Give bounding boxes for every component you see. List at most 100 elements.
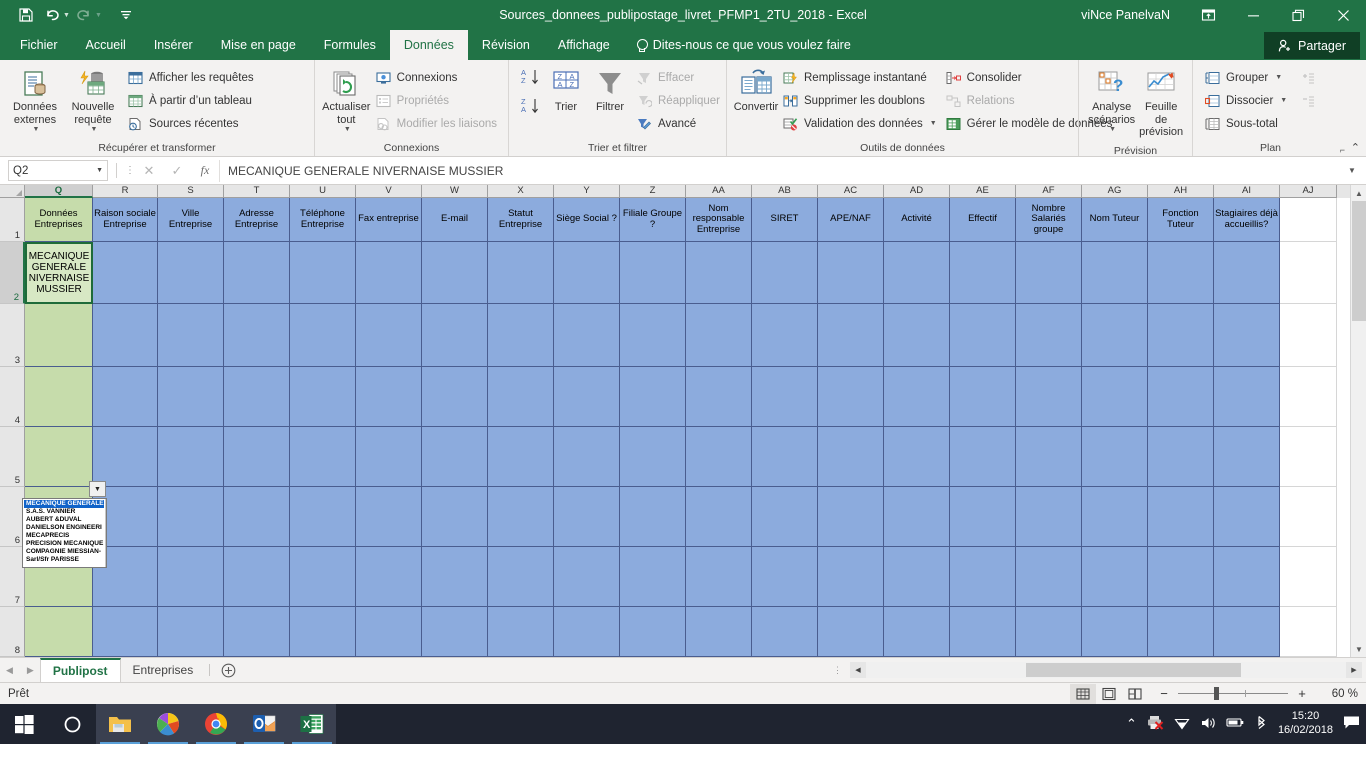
- tab-revision[interactable]: Révision: [468, 30, 544, 60]
- cell-X2[interactable]: [488, 242, 554, 304]
- refresh-all-button[interactable]: Actualiser tout ▼: [322, 65, 371, 136]
- cell-W8[interactable]: [422, 607, 488, 657]
- cell-Z7[interactable]: [620, 547, 686, 607]
- cell-AG5[interactable]: [1082, 427, 1148, 487]
- cell-Z6[interactable]: [620, 487, 686, 547]
- cell-AD5[interactable]: [884, 427, 950, 487]
- cell-U6[interactable]: [290, 487, 356, 547]
- cell-AH8[interactable]: [1148, 607, 1214, 657]
- sheet-tab-publipost[interactable]: Publipost: [39, 658, 121, 682]
- connections-button[interactable]: Connexions: [371, 66, 501, 89]
- row-header-3[interactable]: 3: [0, 304, 25, 367]
- cell-AI1[interactable]: Stagiaires déjà accueillis?: [1214, 198, 1280, 242]
- cell-AA5[interactable]: [686, 427, 752, 487]
- row-header-1[interactable]: 1: [0, 198, 25, 242]
- cell-Z5[interactable]: [620, 427, 686, 487]
- cell-W1[interactable]: E-mail: [422, 198, 488, 242]
- scrollbar-grip[interactable]: ⋮: [833, 665, 842, 676]
- cell-AI2[interactable]: [1214, 242, 1280, 304]
- cell-AG6[interactable]: [1082, 487, 1148, 547]
- cell-V1[interactable]: Fax entreprise: [356, 198, 422, 242]
- zoom-slider[interactable]: [1178, 687, 1288, 700]
- show-queries-button[interactable]: Afficher les requêtes: [123, 66, 258, 89]
- text-to-columns-button[interactable]: Convertir: [734, 65, 778, 116]
- cell-W3[interactable]: [422, 304, 488, 367]
- zoom-slider-thumb[interactable]: [1214, 687, 1219, 700]
- cell-Z1[interactable]: Filiale Groupe ?: [620, 198, 686, 242]
- scroll-up-icon[interactable]: ▲: [106, 499, 107, 510]
- forecast-sheet-button[interactable]: Feuille de prévision: [1137, 65, 1185, 141]
- cell-AD2[interactable]: [884, 242, 950, 304]
- cell-AJ1[interactable]: [1280, 198, 1337, 242]
- tab-fichier[interactable]: Fichier: [6, 30, 72, 60]
- cell-Q4[interactable]: [25, 367, 93, 427]
- close-icon[interactable]: [1321, 0, 1366, 30]
- chevron-down-icon[interactable]: ▼: [1275, 74, 1282, 81]
- cell-AI7[interactable]: [1214, 547, 1280, 607]
- chevron-down-icon[interactable]: ▼: [344, 126, 351, 134]
- battery-icon[interactable]: [1226, 716, 1244, 732]
- what-if-analysis-button[interactable]: ? Analyse scénarios ▼: [1086, 65, 1137, 136]
- cell-AI3[interactable]: [1214, 304, 1280, 367]
- cortana-search-icon[interactable]: [48, 704, 96, 744]
- printer-error-icon[interactable]: [1147, 715, 1164, 733]
- cell-AE2[interactable]: [950, 242, 1016, 304]
- validation-dropdown-arrow[interactable]: ▼: [89, 481, 106, 497]
- cell-R1[interactable]: Raison sociale Entreprise: [93, 198, 158, 242]
- ribbon-display-options-icon[interactable]: [1186, 0, 1231, 30]
- cell-AH1[interactable]: Fonction Tuteur: [1148, 198, 1214, 242]
- cell-AJ4[interactable]: [1280, 367, 1337, 427]
- cell-AF7[interactable]: [1016, 547, 1082, 607]
- cell-U8[interactable]: [290, 607, 356, 657]
- cell-AF3[interactable]: [1016, 304, 1082, 367]
- cell-S2[interactable]: [158, 242, 224, 304]
- cell-AH6[interactable]: [1148, 487, 1214, 547]
- cell-Z4[interactable]: [620, 367, 686, 427]
- scroll-up-icon[interactable]: ▲: [1351, 185, 1366, 201]
- vertical-scroll-thumb[interactable]: [1352, 201, 1366, 321]
- cell-AG7[interactable]: [1082, 547, 1148, 607]
- cell-AH3[interactable]: [1148, 304, 1214, 367]
- cell-AC6[interactable]: [818, 487, 884, 547]
- cell-AG1[interactable]: Nom Tuteur: [1082, 198, 1148, 242]
- dropdown-scrollbar[interactable]: ▲ ▼: [104, 499, 107, 567]
- cell-AB3[interactable]: [752, 304, 818, 367]
- cell-T5[interactable]: [224, 427, 290, 487]
- cell-AB1[interactable]: SIRET: [752, 198, 818, 242]
- cell-U5[interactable]: [290, 427, 356, 487]
- cell-AA6[interactable]: [686, 487, 752, 547]
- column-header-AA[interactable]: AA: [686, 185, 752, 198]
- formula-input[interactable]: MECANIQUE GENERALE NIVERNAISE MUSSIER: [219, 159, 1342, 182]
- cell-U7[interactable]: [290, 547, 356, 607]
- horizontal-scroll-thumb[interactable]: [1026, 663, 1241, 677]
- add-sheet-icon[interactable]: [214, 658, 242, 682]
- cell-Z8[interactable]: [620, 607, 686, 657]
- cell-R3[interactable]: [93, 304, 158, 367]
- next-sheet-icon[interactable]: ▶: [27, 665, 34, 676]
- row-header-5[interactable]: 5: [0, 427, 25, 487]
- chevron-down-icon[interactable]: ▼: [1280, 97, 1287, 104]
- list-item[interactable]: COMPAGNIE MIESSIAN-: [24, 548, 104, 556]
- cell-AF2[interactable]: [1016, 242, 1082, 304]
- tab-inserer[interactable]: Insérer: [140, 30, 207, 60]
- cell-Y4[interactable]: [554, 367, 620, 427]
- undo-icon[interactable]: [40, 4, 64, 26]
- cell-AG2[interactable]: [1082, 242, 1148, 304]
- cell-AH4[interactable]: [1148, 367, 1214, 427]
- cell-V7[interactable]: [356, 547, 422, 607]
- cell-T2[interactable]: [224, 242, 290, 304]
- cell-AD1[interactable]: Activité: [884, 198, 950, 242]
- cell-S4[interactable]: [158, 367, 224, 427]
- column-header-AB[interactable]: AB: [752, 185, 818, 198]
- cancel-icon[interactable]: ✕: [135, 163, 163, 179]
- cell-U4[interactable]: [290, 367, 356, 427]
- column-header-W[interactable]: W: [422, 185, 488, 198]
- chevron-down-icon[interactable]: ▼: [1109, 126, 1116, 134]
- list-item[interactable]: MECANIQUE GENERALE: [24, 500, 104, 508]
- cell-Q8[interactable]: [25, 607, 93, 657]
- cell-AF6[interactable]: [1016, 487, 1082, 547]
- column-header-AJ[interactable]: AJ: [1280, 185, 1337, 198]
- tell-me-search[interactable]: Dites-nous ce que vous voulez faire: [624, 30, 863, 60]
- cell-AC4[interactable]: [818, 367, 884, 427]
- cell-AC1[interactable]: APE/NAF: [818, 198, 884, 242]
